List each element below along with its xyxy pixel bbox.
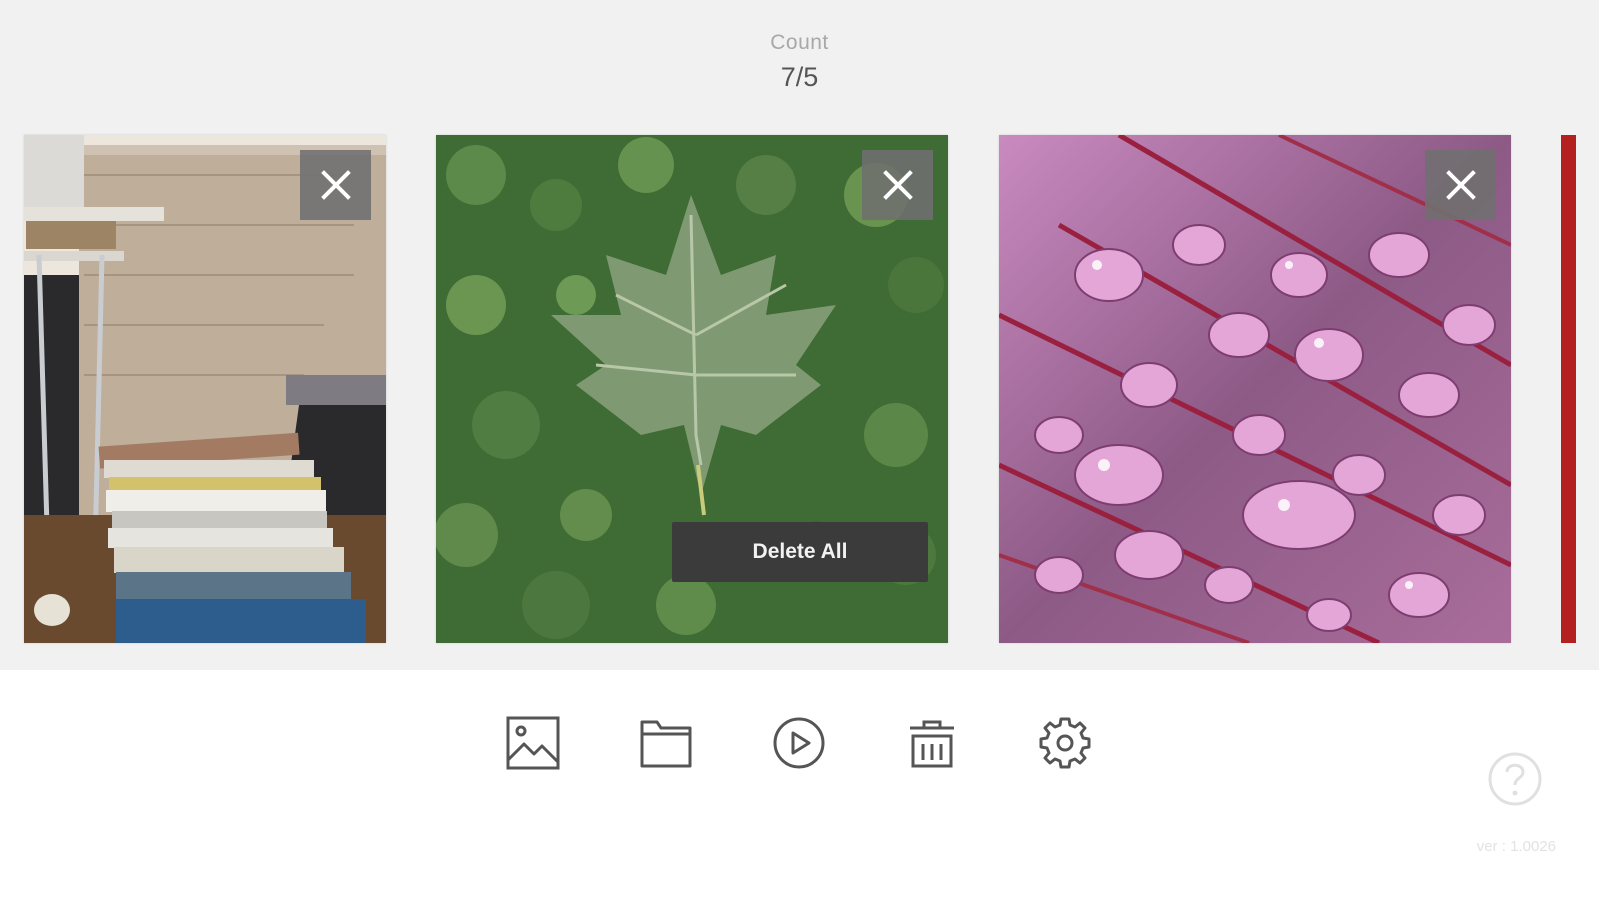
- close-icon: [320, 170, 351, 200]
- play-icon: [773, 717, 825, 769]
- photo-gallery: Count 7/5 Delete All: [0, 0, 1599, 670]
- folder-icon: [640, 720, 692, 768]
- photo-thumbnail-3[interactable]: [999, 135, 1511, 643]
- help-button[interactable]: [1486, 750, 1544, 808]
- photo-thumbnail-1[interactable]: [24, 135, 386, 643]
- next-photo-edge[interactable]: [1561, 135, 1576, 643]
- close-icon: [882, 170, 913, 200]
- count-label: Count: [770, 31, 829, 54]
- remove-photo-button-1[interactable]: [300, 150, 371, 220]
- delete-button[interactable]: [899, 710, 965, 776]
- counter: Count 7/5: [0, 30, 1599, 94]
- version-label: ver : 1.0026: [1476, 838, 1556, 855]
- remove-photo-button-3[interactable]: [1425, 150, 1496, 220]
- play-slideshow-button[interactable]: [766, 710, 832, 776]
- image-icon: [506, 716, 560, 770]
- open-folder-button[interactable]: [633, 710, 699, 776]
- count-value: 7/5: [780, 62, 819, 92]
- photo-app: Count 7/5 Delete All ver: 1.0026: [0, 0, 1599, 900]
- close-icon: [1445, 170, 1476, 200]
- trash-icon: [910, 720, 954, 768]
- delete-all-button[interactable]: Delete All: [672, 522, 928, 582]
- help-icon: [1488, 752, 1542, 806]
- remove-photo-button-2[interactable]: [862, 150, 933, 220]
- gear-icon: [1039, 717, 1091, 769]
- settings-button[interactable]: [1032, 710, 1098, 776]
- add-image-button[interactable]: [500, 710, 566, 776]
- bottom-toolbar: [500, 710, 1165, 776]
